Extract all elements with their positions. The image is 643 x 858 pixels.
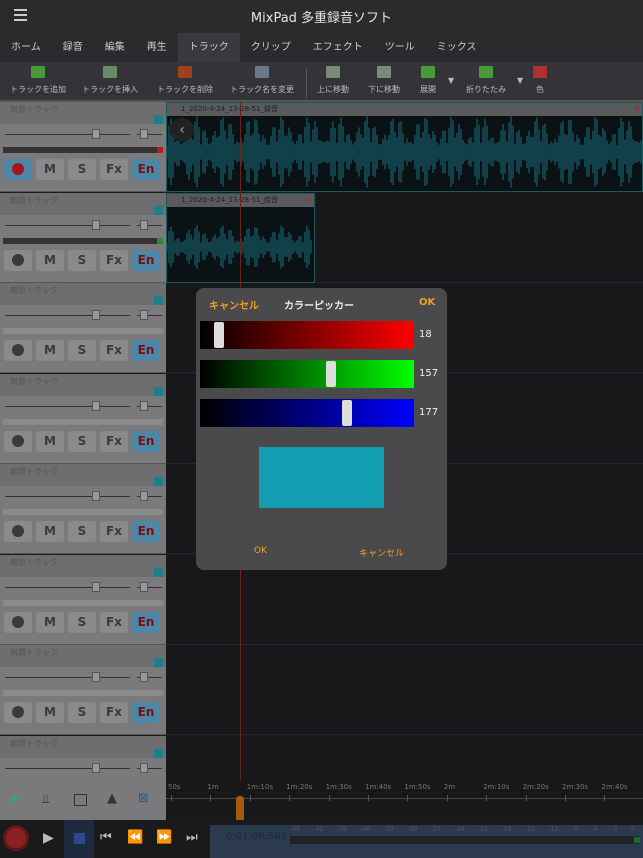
slider-thumb[interactable] — [325, 361, 336, 387]
color-picker-dialog: キャンセル カラーピッカー OK 18 157 177 OK キャンセル — [196, 288, 447, 570]
slider-thumb[interactable] — [214, 322, 225, 348]
cancel-top-button[interactable]: キャンセル — [209, 297, 259, 312]
color-value-r: 18 — [419, 329, 432, 340]
color-value-g: 157 — [419, 368, 439, 379]
color-slider-r[interactable] — [200, 321, 414, 349]
color-preview — [259, 447, 384, 508]
ok-bottom-button[interactable]: OK — [254, 546, 267, 556]
ok-top-button[interactable]: OK — [419, 297, 435, 308]
color-slider-b[interactable] — [200, 399, 414, 427]
slider-thumb[interactable] — [341, 400, 352, 426]
dialog-title: カラーピッカー — [284, 301, 354, 312]
color-slider-g[interactable] — [200, 360, 414, 388]
cancel-bottom-button[interactable]: キャンセル — [359, 546, 404, 559]
color-value-b: 177 — [419, 407, 439, 418]
